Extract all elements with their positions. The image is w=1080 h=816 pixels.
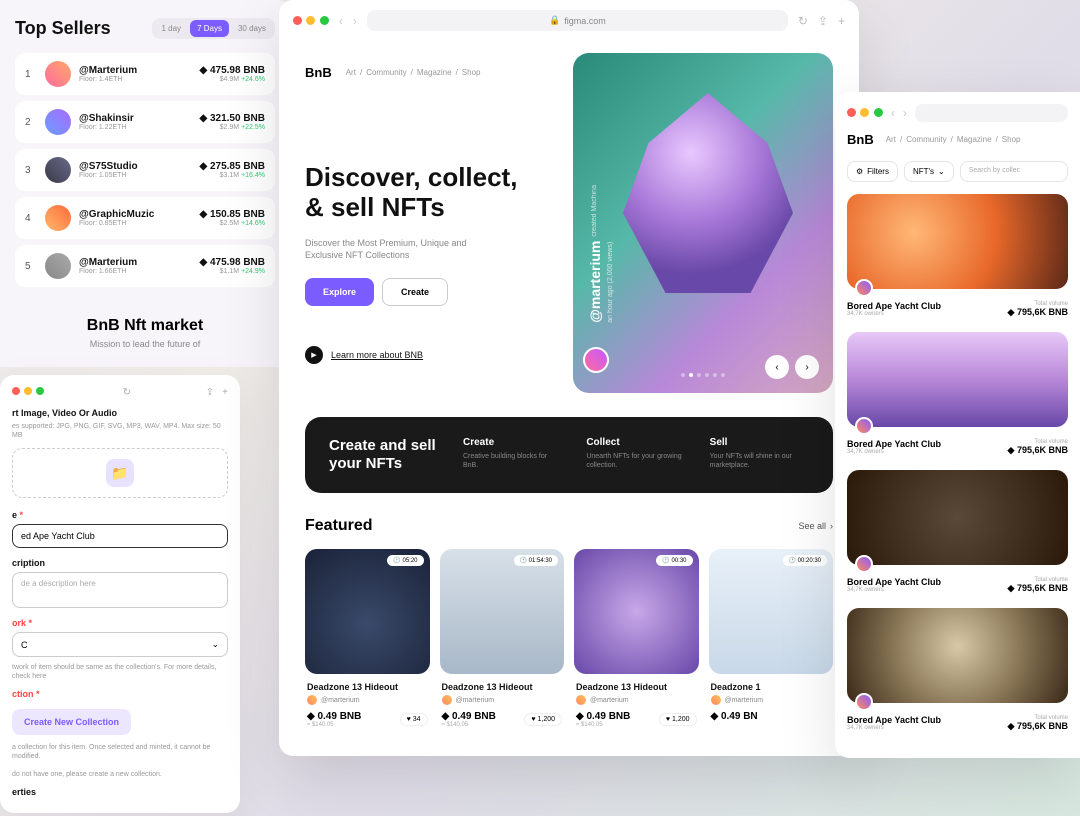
forward-icon[interactable]: › — [353, 14, 357, 28]
hero-title: Discover, collect,& sell NFTs — [305, 163, 553, 223]
hero-image: @marterium created Machinaan hour ago (2… — [573, 53, 833, 393]
avatar — [45, 109, 71, 135]
network-select[interactable]: C⌄ — [12, 632, 228, 657]
refresh-icon[interactable]: ↻ — [123, 387, 131, 398]
share-icon[interactable]: ⇪ — [206, 387, 214, 398]
refresh-icon[interactable]: ↻ — [798, 14, 808, 28]
collection-card[interactable]: Bored Ape Yacht Club34,7K owners Total v… — [847, 470, 1068, 594]
new-tab-icon[interactable]: + — [838, 14, 845, 28]
slide-dots[interactable] — [681, 373, 725, 377]
avatar — [855, 693, 873, 711]
collection-card[interactable]: Bored Ape Yacht Club34,7K owners Total v… — [847, 332, 1068, 456]
back-icon[interactable]: ‹ — [339, 14, 343, 28]
filter-icon: ⚙ — [856, 167, 863, 176]
nft-card[interactable]: 🕐 00:20:30 Deadzone 1 @marterium ◆ 0.49 … — [709, 549, 834, 736]
seller-row[interactable]: 2 @ShakinsirFloor: 1.22ETH ◆ 321.50 BNB$… — [15, 101, 275, 143]
time-badge: 🕐 01:54:30 — [514, 555, 559, 566]
upload-dropzone[interactable]: 📁 — [12, 448, 228, 498]
back-icon[interactable]: ‹ — [891, 106, 895, 120]
main-window: ‹ › 🔒figma.com ↻ ⇪ + BnB Art / Community… — [279, 0, 859, 756]
hero-subtitle: Discover the Most Premium, Unique and Ex… — [305, 237, 505, 262]
see-all-link[interactable]: See all › — [798, 521, 833, 531]
nft-card[interactable]: 🕐 00:30 Deadzone 13 Hideout @marterium ◆… — [574, 549, 699, 736]
address-bar[interactable] — [915, 104, 1068, 122]
forward-icon[interactable]: › — [903, 106, 907, 120]
chevron-down-icon: ⌄ — [211, 639, 219, 650]
create-collection-button[interactable]: Create New Collection — [12, 709, 131, 735]
seller-row[interactable]: 5 @MarteriumFloor: 1.66ETH ◆ 475.98 BNB$… — [15, 245, 275, 287]
top-sellers-title: Top Sellers — [15, 18, 111, 39]
market-title: BnB Nft market — [15, 317, 275, 335]
address-bar[interactable]: 🔒figma.com — [367, 10, 788, 31]
nfts-dropdown[interactable]: NFT's ⌄ — [904, 161, 954, 182]
chevron-down-icon: ⌄ — [938, 167, 945, 176]
tab-1day[interactable]: 1 day — [154, 20, 188, 37]
plus-icon[interactable]: + — [222, 387, 228, 398]
avatar — [45, 157, 71, 183]
upload-label: rt Image, Video Or Audio — [12, 408, 228, 418]
explore-button[interactable]: Explore — [305, 278, 374, 306]
tab-30days[interactable]: 30 days — [231, 20, 273, 37]
avatar — [855, 417, 873, 435]
time-badge: 🕐 00:20:30 — [783, 555, 828, 566]
logo[interactable]: BnB — [847, 132, 874, 147]
time-badge: 🕐 00:30 — [656, 555, 692, 566]
next-slide-icon[interactable]: › — [795, 355, 819, 379]
collection-card[interactable]: Bored Ape Yacht Club34,7K owners Total v… — [847, 194, 1068, 318]
play-icon: ▶ — [305, 346, 323, 364]
nft-card[interactable]: 🕐 01:54:30 Deadzone 13 Hideout @marteriu… — [440, 549, 565, 736]
collection-card[interactable]: Bored Ape Yacht Club34,7K owners Total v… — [847, 608, 1068, 732]
avatar — [855, 279, 873, 297]
hero-avatar[interactable] — [583, 347, 609, 373]
like-button[interactable]: ♥ 34 — [400, 713, 428, 726]
prev-slide-icon[interactable]: ‹ — [765, 355, 789, 379]
learn-more-link[interactable]: ▶ Learn more about BNB — [305, 346, 553, 364]
nft-card[interactable]: 🕐 05:20 Deadzone 13 Hideout @marterium ◆… — [305, 549, 430, 736]
market-sub: Mission to lead the future of — [15, 339, 275, 349]
like-button[interactable]: ♥ 1,200 — [524, 713, 562, 726]
avatar — [855, 555, 873, 573]
share-icon[interactable]: ⇪ — [818, 14, 828, 28]
avatar — [45, 253, 71, 279]
breadcrumb: Art / Community / Magazine / Shop — [346, 68, 481, 77]
seller-row[interactable]: 3 @S75StudioFloor: 1.05ETH ◆ 275.85 BNB$… — [15, 149, 275, 191]
upload-hint: es supported: JPG, PNG, GIF, SVG, MP3, W… — [12, 422, 228, 440]
create-button[interactable]: Create — [382, 278, 448, 306]
info-bar: Create and sell your NFTs CreateCreative… — [305, 417, 833, 493]
filters-button[interactable]: ⚙Filters — [847, 161, 898, 182]
upload-icon: 📁 — [106, 459, 134, 487]
seller-row[interactable]: 1 @MarteriumFloor: 1.4ETH ◆ 475.98 BNB$4… — [15, 53, 275, 95]
time-badge: 🕐 05:20 — [387, 555, 423, 566]
description-input[interactable]: de a description here — [12, 572, 228, 608]
top-sellers-panel: Top Sellers 1 day 7 Days 30 days 1 @Mart… — [0, 0, 290, 367]
search-input[interactable]: Search by collec — [960, 161, 1068, 182]
lock-icon: 🔒 — [549, 15, 560, 26]
logo[interactable]: BnB — [305, 65, 332, 80]
avatar — [45, 61, 71, 87]
tab-7days[interactable]: 7 Days — [190, 20, 229, 37]
avatar — [45, 205, 71, 231]
name-input[interactable] — [12, 524, 228, 548]
collections-panel: ‹ › BnB Art / Community / Magazine / Sho… — [835, 92, 1080, 758]
seller-row[interactable]: 4 @GraphicMuzicFloor: 0.85ETH ◆ 150.85 B… — [15, 197, 275, 239]
period-tabs: 1 day 7 Days 30 days — [152, 18, 275, 39]
create-form-panel: ↻ ⇪ + rt Image, Video Or Audio es support… — [0, 375, 240, 813]
like-button[interactable]: ♥ 1,200 — [659, 713, 697, 726]
featured-title: Featured — [305, 517, 373, 535]
